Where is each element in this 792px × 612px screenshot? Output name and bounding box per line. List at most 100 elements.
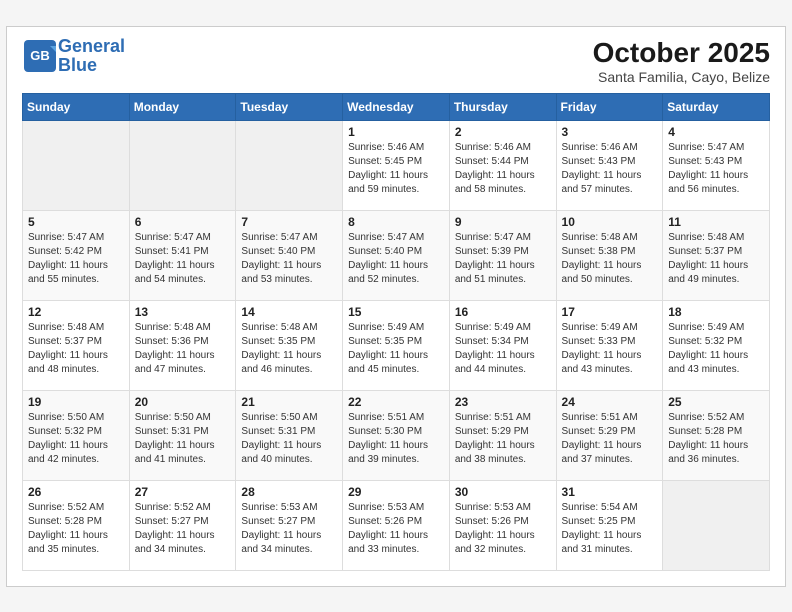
calendar-cell: 8Sunrise: 5:47 AM Sunset: 5:40 PM Daylig… <box>343 210 450 300</box>
day-info: Sunrise: 5:48 AM Sunset: 5:38 PM Dayligh… <box>562 231 658 287</box>
day-info: Sunrise: 5:48 AM Sunset: 5:35 PM Dayligh… <box>241 321 337 377</box>
calendar-cell: 16 Sunrise: 5:49 AM Sunset: 5:34 PM Dayli… <box>449 300 556 390</box>
logo-line1: General <box>58 36 125 56</box>
day-info: Sunrise: 5:51 AM Sunset: 5:29 PM Dayligh… <box>455 411 551 467</box>
day-number: 20 <box>135 395 231 409</box>
day-info: Sunrise: 5:52 AM Sunset: 5:28 PM Dayligh… <box>28 501 124 557</box>
day-number: 15 <box>348 305 444 319</box>
day-info: Sunrise: 5:47 AM Sunset: 5:39 PM Dayligh… <box>455 231 551 287</box>
day-info: Sunrise: 5:48 AM Sunset: 5:37 PM Dayligh… <box>28 321 124 377</box>
day-number: 2 <box>455 125 551 139</box>
calendar-cell: 19 Sunrise: 5:50 AM Sunset: 5:32 PM Dayli… <box>23 390 130 480</box>
day-info: Sunrise: 5:51 AM Sunset: 5:30 PM Dayligh… <box>348 411 444 467</box>
calendar-week-row: 19 Sunrise: 5:50 AM Sunset: 5:32 PM Dayli… <box>23 390 770 480</box>
day-number: 25 <box>668 395 764 409</box>
day-info: Sunrise: 5:53 AM Sunset: 5:26 PM Dayligh… <box>455 501 551 557</box>
day-info: Sunrise: 5:47 AM Sunset: 5:41 PM Dayligh… <box>135 231 231 287</box>
calendar-week-row: 5 Sunrise: 5:47 AM Sunset: 5:42 PM Daylig… <box>23 210 770 300</box>
day-number: 1 <box>348 125 444 139</box>
calendar-cell: 20 Sunrise: 5:50 AM Sunset: 5:31 PM Dayli… <box>129 390 236 480</box>
day-info: Sunrise: 5:49 AM Sunset: 5:32 PM Dayligh… <box>668 321 764 377</box>
calendar-cell: 26 Sunrise: 5:52 AM Sunset: 5:28 PM Dayli… <box>23 480 130 570</box>
day-header-saturday: Saturday <box>663 93 770 120</box>
calendar-week-row: 12 Sunrise: 5:48 AM Sunset: 5:37 PM Dayli… <box>23 300 770 390</box>
calendar-cell <box>663 480 770 570</box>
logo: GB General Blue <box>22 37 125 77</box>
calendar-cell: 27Sunrise: 5:52 AM Sunset: 5:27 PM Dayli… <box>129 480 236 570</box>
day-info: Sunrise: 5:47 AM Sunset: 5:42 PM Dayligh… <box>28 231 124 287</box>
calendar-cell: 13 Sunrise: 5:48 AM Sunset: 5:36 PM Dayli… <box>129 300 236 390</box>
day-number: 24 <box>562 395 658 409</box>
calendar-cell: 15Sunrise: 5:49 AM Sunset: 5:35 PM Dayli… <box>343 300 450 390</box>
calendar-cell <box>129 120 236 210</box>
calendar-cell: 14Sunrise: 5:48 AM Sunset: 5:35 PM Dayli… <box>236 300 343 390</box>
svg-text:GB: GB <box>30 48 50 63</box>
day-number: 7 <box>241 215 337 229</box>
day-number: 18 <box>668 305 764 319</box>
calendar-cell <box>236 120 343 210</box>
day-info: Sunrise: 5:47 AM Sunset: 5:40 PM Dayligh… <box>241 231 337 287</box>
day-info: Sunrise: 5:50 AM Sunset: 5:32 PM Dayligh… <box>28 411 124 467</box>
day-number: 29 <box>348 485 444 499</box>
calendar-cell: 9 Sunrise: 5:47 AM Sunset: 5:39 PM Daylig… <box>449 210 556 300</box>
day-info: Sunrise: 5:53 AM Sunset: 5:26 PM Dayligh… <box>348 501 444 557</box>
calendar-cell: 17Sunrise: 5:49 AM Sunset: 5:33 PM Dayli… <box>556 300 663 390</box>
calendar-cell: 12 Sunrise: 5:48 AM Sunset: 5:37 PM Dayli… <box>23 300 130 390</box>
day-header-monday: Monday <box>129 93 236 120</box>
calendar-cell: 21Sunrise: 5:50 AM Sunset: 5:31 PM Dayli… <box>236 390 343 480</box>
day-number: 3 <box>562 125 658 139</box>
day-number: 5 <box>28 215 124 229</box>
day-info: Sunrise: 5:48 AM Sunset: 5:37 PM Dayligh… <box>668 231 764 287</box>
day-number: 27 <box>135 485 231 499</box>
calendar-header-row: SundayMondayTuesdayWednesdayThursdayFrid… <box>23 93 770 120</box>
logo-line2: Blue <box>58 55 97 75</box>
calendar-cell: 31 Sunrise: 5:54 AM Sunset: 5:25 PM Dayli… <box>556 480 663 570</box>
calendar-cell: 2 Sunrise: 5:46 AM Sunset: 5:44 PM Daylig… <box>449 120 556 210</box>
day-info: Sunrise: 5:52 AM Sunset: 5:28 PM Dayligh… <box>668 411 764 467</box>
day-info: Sunrise: 5:53 AM Sunset: 5:27 PM Dayligh… <box>241 501 337 557</box>
calendar-cell: 11 Sunrise: 5:48 AM Sunset: 5:37 PM Dayli… <box>663 210 770 300</box>
day-header-friday: Friday <box>556 93 663 120</box>
day-info: Sunrise: 5:54 AM Sunset: 5:25 PM Dayligh… <box>562 501 658 557</box>
title-section: October 2025 Santa Familia, Cayo, Belize <box>593 37 770 85</box>
calendar-cell: 4 Sunrise: 5:47 AM Sunset: 5:43 PM Daylig… <box>663 120 770 210</box>
day-info: Sunrise: 5:48 AM Sunset: 5:36 PM Dayligh… <box>135 321 231 377</box>
day-info: Sunrise: 5:46 AM Sunset: 5:44 PM Dayligh… <box>455 141 551 197</box>
day-header-sunday: Sunday <box>23 93 130 120</box>
day-header-thursday: Thursday <box>449 93 556 120</box>
day-info: Sunrise: 5:47 AM Sunset: 5:43 PM Dayligh… <box>668 141 764 197</box>
calendar-cell: 18 Sunrise: 5:49 AM Sunset: 5:32 PM Dayli… <box>663 300 770 390</box>
day-info: Sunrise: 5:46 AM Sunset: 5:45 PM Dayligh… <box>348 141 444 197</box>
calendar-cell: 30Sunrise: 5:53 AM Sunset: 5:26 PM Dayli… <box>449 480 556 570</box>
calendar-cell: 25 Sunrise: 5:52 AM Sunset: 5:28 PM Dayli… <box>663 390 770 480</box>
day-number: 23 <box>455 395 551 409</box>
calendar-cell <box>23 120 130 210</box>
calendar-header: GB General Blue October 2025 Santa Famil… <box>22 37 770 85</box>
day-number: 13 <box>135 305 231 319</box>
logo-text: General Blue <box>58 37 125 77</box>
day-number: 28 <box>241 485 337 499</box>
calendar-cell: 29 Sunrise: 5:53 AM Sunset: 5:26 PM Dayli… <box>343 480 450 570</box>
day-number: 8 <box>348 215 444 229</box>
day-number: 22 <box>348 395 444 409</box>
day-number: 9 <box>455 215 551 229</box>
day-header-wednesday: Wednesday <box>343 93 450 120</box>
day-number: 19 <box>28 395 124 409</box>
day-number: 4 <box>668 125 764 139</box>
day-number: 12 <box>28 305 124 319</box>
calendar-cell: 24 Sunrise: 5:51 AM Sunset: 5:29 PM Dayli… <box>556 390 663 480</box>
day-info: Sunrise: 5:49 AM Sunset: 5:34 PM Dayligh… <box>455 321 551 377</box>
day-number: 31 <box>562 485 658 499</box>
day-info: Sunrise: 5:51 AM Sunset: 5:29 PM Dayligh… <box>562 411 658 467</box>
day-number: 26 <box>28 485 124 499</box>
calendar-table: SundayMondayTuesdayWednesdayThursdayFrid… <box>22 93 770 571</box>
day-info: Sunrise: 5:50 AM Sunset: 5:31 PM Dayligh… <box>135 411 231 467</box>
calendar-cell: 7 Sunrise: 5:47 AM Sunset: 5:40 PM Daylig… <box>236 210 343 300</box>
day-number: 17 <box>562 305 658 319</box>
day-number: 11 <box>668 215 764 229</box>
day-header-tuesday: Tuesday <box>236 93 343 120</box>
calendar-cell: 28 Sunrise: 5:53 AM Sunset: 5:27 PM Dayli… <box>236 480 343 570</box>
day-number: 10 <box>562 215 658 229</box>
calendar-week-row: 26 Sunrise: 5:52 AM Sunset: 5:28 PM Dayli… <box>23 480 770 570</box>
day-number: 16 <box>455 305 551 319</box>
